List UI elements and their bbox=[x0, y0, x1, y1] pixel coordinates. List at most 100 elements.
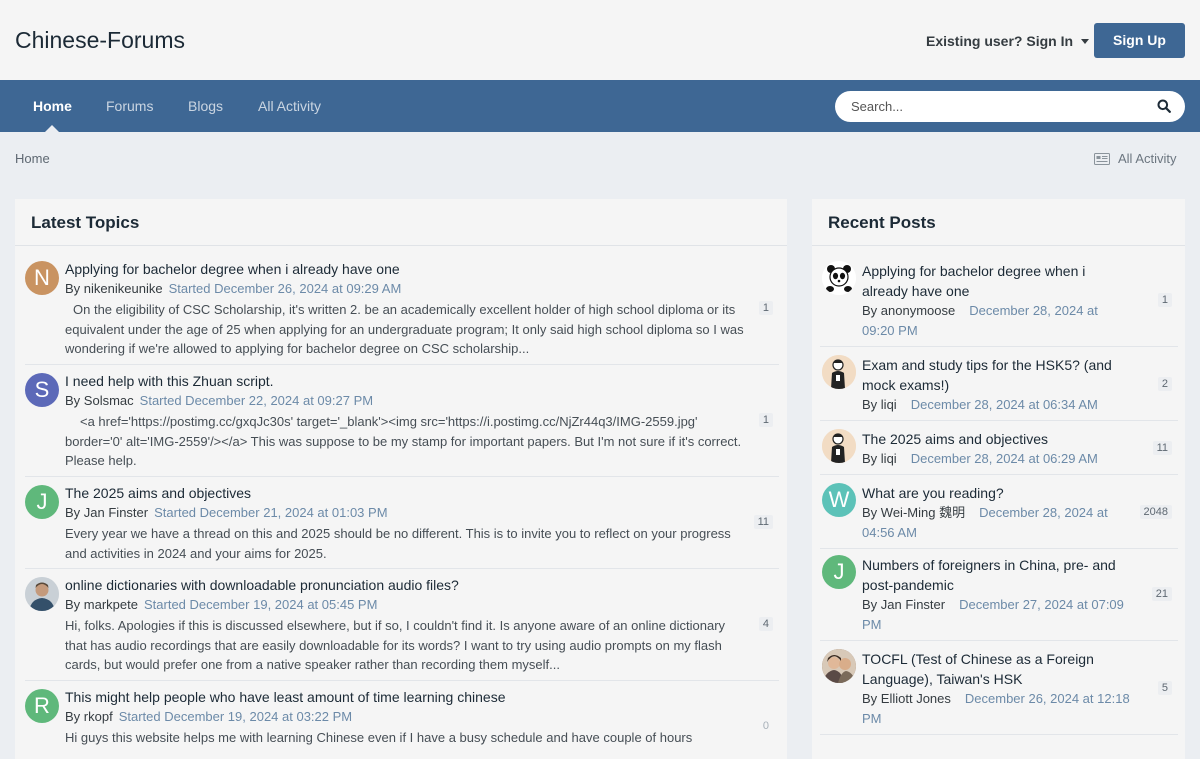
avatar[interactable]: R bbox=[25, 689, 59, 723]
avatar[interactable] bbox=[822, 649, 856, 683]
topic-author[interactable]: rkopf bbox=[84, 709, 113, 724]
post-title[interactable]: Applying for bachelor degree when i alre… bbox=[862, 261, 1122, 301]
avatar[interactable] bbox=[822, 429, 856, 463]
site-title[interactable]: Chinese-Forums bbox=[15, 27, 185, 54]
post-row: TOCFL (Test of Chinese as a Foreign Lang… bbox=[820, 649, 1178, 735]
topic-date: Started December 21, 2024 at 01:03 PM bbox=[154, 505, 388, 520]
post-author[interactable]: anonymoose bbox=[881, 303, 955, 318]
avatar[interactable]: N bbox=[25, 261, 59, 295]
topic-snippet: On the eligibility of CSC Scholarship, i… bbox=[65, 302, 744, 356]
post-meta: By Wei-Ming 魏明 December 28, 2024 at 04:56… bbox=[862, 503, 1132, 543]
topic-row: J The 2025 aims and objectives By Jan Fi… bbox=[25, 485, 779, 569]
avatar-initial: J bbox=[36, 489, 48, 514]
post-author[interactable]: Elliott Jones bbox=[881, 691, 951, 706]
topic-author[interactable]: markpete bbox=[84, 597, 138, 612]
topic-date: Started December 26, 2024 at 09:29 AM bbox=[168, 281, 402, 296]
post-title[interactable]: The 2025 aims and objectives bbox=[862, 429, 1122, 449]
post-author[interactable]: Jan Finster bbox=[881, 597, 945, 612]
topic-title[interactable]: The 2025 aims and objectives bbox=[65, 485, 251, 501]
avatar[interactable] bbox=[25, 577, 59, 611]
post-author[interactable]: liqi bbox=[881, 451, 897, 466]
activity-feed-icon bbox=[1094, 152, 1110, 165]
post-title[interactable]: What are you reading? bbox=[862, 483, 1122, 503]
topic-author[interactable]: Jan Finster bbox=[84, 505, 148, 520]
topic-snippet: <a href='https://postimg.cc/gxqJc30s' ta… bbox=[65, 414, 742, 468]
all-activity-link[interactable]: All Activity bbox=[1094, 151, 1177, 166]
topic-snippet: Every year we have a thread on this and … bbox=[65, 526, 731, 561]
avatar[interactable]: J bbox=[822, 555, 856, 589]
post-meta: By Jan Finster December 27, 2024 at 07:09… bbox=[862, 595, 1132, 635]
by-label: By bbox=[65, 597, 81, 612]
topic-title[interactable]: I need help with this Zhuan script. bbox=[65, 373, 274, 389]
post-meta: By anonymoose December 28, 2024 at 09:20 … bbox=[862, 301, 1132, 341]
reply-count-badge: 2 bbox=[1157, 377, 1172, 391]
by-label: By bbox=[65, 281, 81, 296]
site-header: Chinese-Forums Existing user? Sign In Si… bbox=[0, 0, 1200, 80]
reply-count-badge: 1 bbox=[758, 413, 773, 427]
post-row: Exam and study tips for the HSK5? (and m… bbox=[820, 355, 1178, 421]
user-photo-icon bbox=[822, 355, 856, 389]
post-title[interactable]: Numbers of foreigners in China, pre- and… bbox=[862, 555, 1122, 595]
caret-down-icon bbox=[1081, 38, 1090, 44]
topic-author[interactable]: nikenikeunike bbox=[84, 281, 163, 296]
by-label: By bbox=[862, 451, 878, 466]
post-meta: By liqi December 28, 2024 at 06:34 AM bbox=[862, 395, 1132, 415]
avatar[interactable]: S bbox=[25, 373, 59, 407]
topic-snippet: Hi, folks. Apologies if this is discusse… bbox=[65, 618, 726, 672]
topic-row: R This might help people who have least … bbox=[25, 689, 779, 759]
search-box bbox=[835, 91, 1185, 122]
post-row: W What are you reading? By Wei-Ming 魏明 De… bbox=[820, 483, 1178, 549]
topic-date: Started December 22, 2024 at 09:27 PM bbox=[139, 393, 374, 408]
topic-row: online dictionaries with downloadable pr… bbox=[25, 577, 779, 681]
avatar[interactable]: W bbox=[822, 483, 856, 517]
signup-button[interactable]: Sign Up bbox=[1094, 23, 1185, 58]
reply-count-badge: 1 bbox=[1157, 293, 1172, 307]
signin-dropdown[interactable]: Existing user? Sign In bbox=[926, 33, 1090, 49]
search-icon[interactable] bbox=[1157, 99, 1171, 113]
reply-count-badge: 21 bbox=[1151, 587, 1172, 601]
topic-title[interactable]: This might help people who have least am… bbox=[65, 689, 505, 705]
user-photo-icon bbox=[25, 577, 59, 611]
topic-meta: By nikenikeunike Started December 26, 202… bbox=[65, 281, 401, 296]
reply-count-badge: 0 bbox=[762, 720, 769, 732]
latest-topics-title: Latest Topics bbox=[15, 199, 787, 246]
reply-count-badge: 11 bbox=[753, 515, 773, 529]
avatar-initial: W bbox=[828, 487, 850, 512]
topic-date: Started December 19, 2024 at 05:45 PM bbox=[144, 597, 378, 612]
avatar-initial: J bbox=[833, 559, 845, 584]
nav-tab-home[interactable]: Home bbox=[33, 80, 72, 132]
reply-count-badge: 4 bbox=[758, 617, 773, 631]
avatar-initial: N bbox=[34, 265, 50, 290]
post-row: Applying for bachelor degree when i alre… bbox=[820, 261, 1178, 347]
reply-count-badge: 11 bbox=[1152, 441, 1172, 455]
avatar[interactable]: J bbox=[25, 485, 59, 519]
topic-meta: By Jan Finster Started December 21, 2024 … bbox=[65, 505, 388, 520]
avatar-initial: S bbox=[34, 377, 50, 402]
avatar[interactable] bbox=[822, 261, 856, 295]
topic-row: S I need help with this Zhuan script. By… bbox=[25, 373, 779, 477]
topic-title[interactable]: Applying for bachelor degree when i alre… bbox=[65, 261, 400, 277]
post-title[interactable]: TOCFL (Test of Chinese as a Foreign Lang… bbox=[862, 649, 1122, 689]
by-label: By bbox=[862, 597, 878, 612]
post-author[interactable]: liqi bbox=[881, 397, 897, 412]
post-title[interactable]: Exam and study tips for the HSK5? (and m… bbox=[862, 355, 1122, 395]
nav-tab-blogs[interactable]: Blogs bbox=[188, 80, 223, 132]
post-date: December 28, 2024 at 06:34 AM bbox=[910, 397, 1098, 412]
topic-meta: By Solsmac Started December 22, 2024 at 0… bbox=[65, 393, 373, 408]
nav-tab-all-activity[interactable]: All Activity bbox=[258, 80, 321, 132]
by-label: By bbox=[862, 691, 878, 706]
topic-snippet: Hi guys this website helps me with learn… bbox=[65, 730, 693, 745]
post-author[interactable]: Wei-Ming 魏明 bbox=[881, 505, 965, 520]
nav-tab-forums[interactable]: Forums bbox=[106, 80, 153, 132]
search-input[interactable] bbox=[851, 91, 1131, 122]
breadcrumb-home[interactable]: Home bbox=[15, 151, 50, 166]
avatar-initial: R bbox=[34, 693, 50, 718]
avatar[interactable] bbox=[822, 355, 856, 389]
user-photo-icon bbox=[822, 429, 856, 463]
topic-author[interactable]: Solsmac bbox=[84, 393, 134, 408]
by-label: By bbox=[862, 303, 878, 318]
recent-posts-panel: Recent Posts Applying for bachelor degre… bbox=[812, 199, 1185, 759]
signin-label: Existing user? Sign In bbox=[926, 33, 1074, 49]
topic-meta: By rkopf Started December 19, 2024 at 03:… bbox=[65, 709, 352, 724]
topic-title[interactable]: online dictionaries with downloadable pr… bbox=[65, 577, 459, 593]
